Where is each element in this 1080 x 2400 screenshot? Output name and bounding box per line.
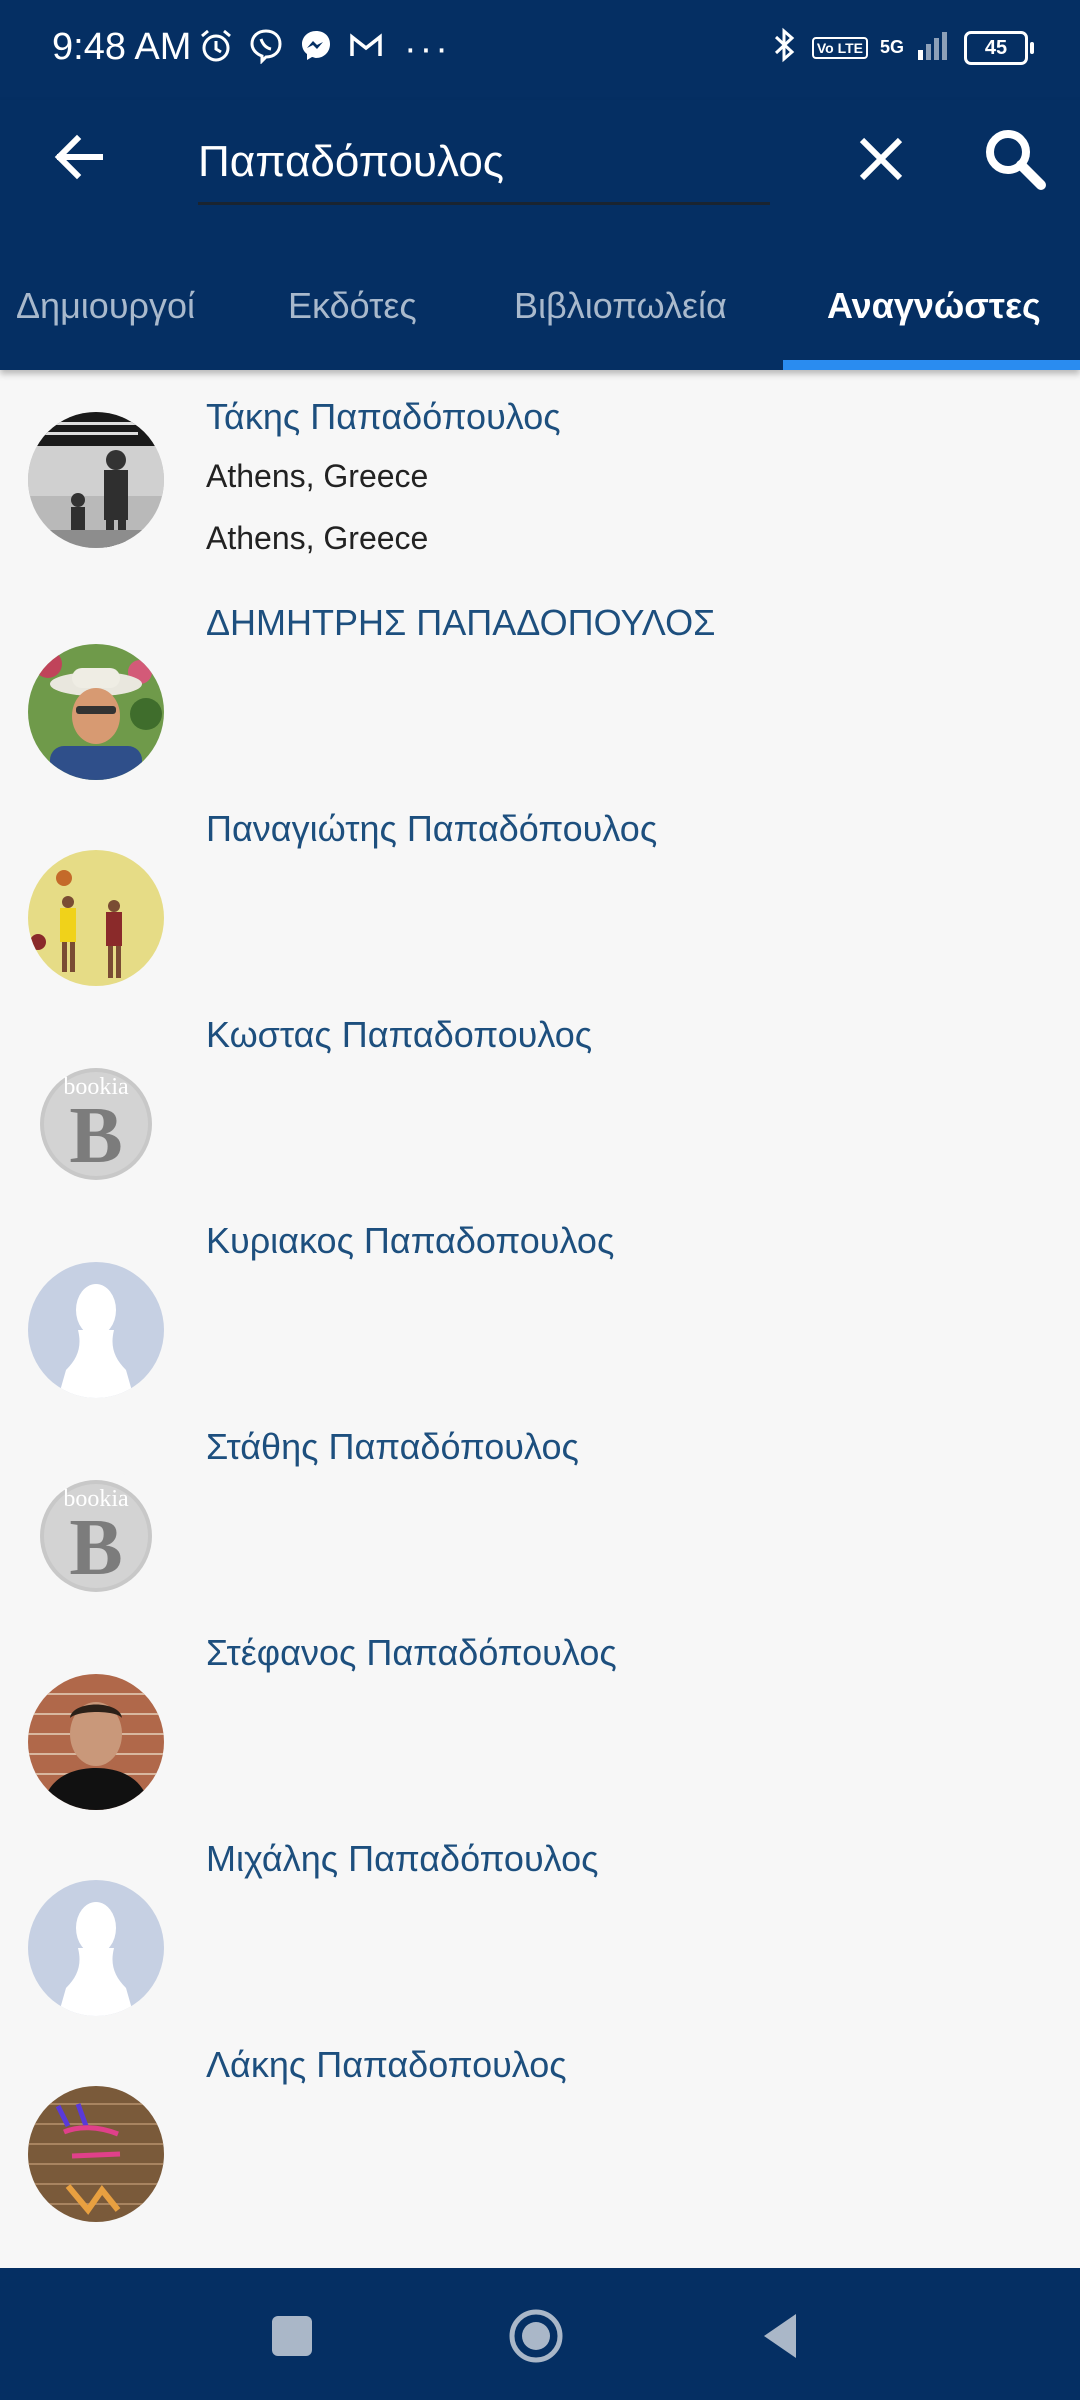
tab-readers[interactable]: Αναγνώστες — [827, 278, 1041, 370]
system-icons: Vo LTE 5G 45 — [770, 26, 1034, 69]
result-name[interactable]: Στέφανος Παπαδόπουλος — [206, 1632, 617, 1674]
result-name[interactable]: Τάκης Παπαδόπουλος — [206, 396, 561, 438]
app-bar: Δημιουργοί Εκδότες Βιβλιοπωλεία Αναγνώστ… — [0, 100, 1080, 370]
bookia-logo-letter: B — [69, 1092, 123, 1180]
alarm-icon — [198, 28, 234, 69]
list-item[interactable]: Μιχάλης Παπαδόπουλος — [0, 1812, 1080, 2018]
more-notifications-icon: ··· — [404, 27, 451, 70]
result-name[interactable]: ΔΗΜΗΤΡΗΣ ΠΑΠΑΔΟΠΟΥΛΟΣ — [206, 602, 715, 644]
list-item[interactable]: Παναγιώτης Παπαδόπουλος — [0, 782, 1080, 988]
back-triangle-icon[interactable] — [750, 2304, 814, 2368]
notification-icons: ··· — [198, 28, 451, 69]
list-item[interactable]: Στέφανος Παπαδόπουλος — [0, 1606, 1080, 1812]
result-name[interactable]: Στάθης Παπαδόπουλος — [206, 1426, 579, 1468]
back-arrow-icon[interactable] — [44, 122, 114, 192]
result-name[interactable]: Μιχάλης Παπαδόπουλος — [206, 1838, 598, 1880]
tab-creators[interactable]: Δημιουργοί — [16, 278, 195, 370]
tab-bar: Δημιουργοί Εκδότες Βιβλιοπωλεία Αναγνώστ… — [0, 278, 1080, 370]
tab-bookstores[interactable]: Βιβλιοπωλεία — [514, 278, 727, 370]
tab-publishers[interactable]: Εκδότες — [288, 278, 417, 370]
system-nav-bar — [0, 2268, 1080, 2400]
search-input[interactable] — [198, 122, 770, 205]
list-item[interactable]: Λάκης Παπαδοπουλος — [0, 2018, 1080, 2224]
result-name[interactable]: Λάκης Παπαδοπουλος — [206, 2044, 567, 2086]
bookia-logo-icon: bookia B — [28, 1468, 164, 1604]
result-location: Athens, Greece — [206, 458, 429, 494]
list-item[interactable]: Κυριακος Παπαδοπουλος — [0, 1194, 1080, 1400]
list-item[interactable]: ΔΗΜΗΤΡΗΣ ΠΑΠΑΔΟΠΟΥΛΟΣ — [0, 576, 1080, 782]
default-avatar-icon — [28, 1262, 164, 1398]
status-time: 9:48 AM — [52, 26, 192, 68]
result-name[interactable]: Κυριακος Παπαδοπουλος — [206, 1220, 614, 1262]
bookia-logo-icon: bookia B — [28, 1056, 164, 1192]
avatar — [28, 644, 164, 780]
volte-icon: Vo LTE — [811, 36, 868, 59]
recents-square-icon[interactable] — [260, 2304, 324, 2368]
network-type-icon: 5G — [879, 37, 904, 57]
result-name[interactable]: Παναγιώτης Παπαδόπουλος — [206, 808, 657, 850]
status-bar: 9:48 AM ··· Vo LTE 5G 45 — [0, 0, 1080, 100]
list-item[interactable]: bookia B Κωστας Παπαδοπουλος — [0, 988, 1080, 1194]
bookia-logo-letter: B — [69, 1504, 123, 1592]
signal-icon — [916, 30, 952, 65]
list-item[interactable]: Τάκης Παπαδόπουλος Athens, Greece Athens… — [0, 370, 1080, 576]
avatar — [28, 2086, 164, 2222]
avatar — [28, 412, 164, 548]
result-name[interactable]: Κωστας Παπαδοπουλος — [206, 1014, 592, 1056]
messenger-icon — [298, 28, 334, 69]
active-tab-indicator — [783, 360, 1080, 370]
result-location-secondary: Athens, Greece — [206, 520, 429, 556]
viber-icon — [248, 28, 284, 69]
search-icon[interactable] — [978, 122, 1050, 194]
bluetooth-icon — [770, 26, 800, 69]
battery-icon: 45 — [964, 30, 1034, 65]
avatar — [28, 850, 164, 986]
default-avatar-icon — [28, 1880, 164, 2016]
list-item[interactable]: bookia B Στάθης Παπαδόπουλος — [0, 1400, 1080, 1606]
avatar — [28, 1674, 164, 1810]
home-circle-icon[interactable] — [504, 2304, 568, 2368]
gmail-icon — [348, 28, 384, 69]
close-icon[interactable] — [848, 126, 914, 192]
